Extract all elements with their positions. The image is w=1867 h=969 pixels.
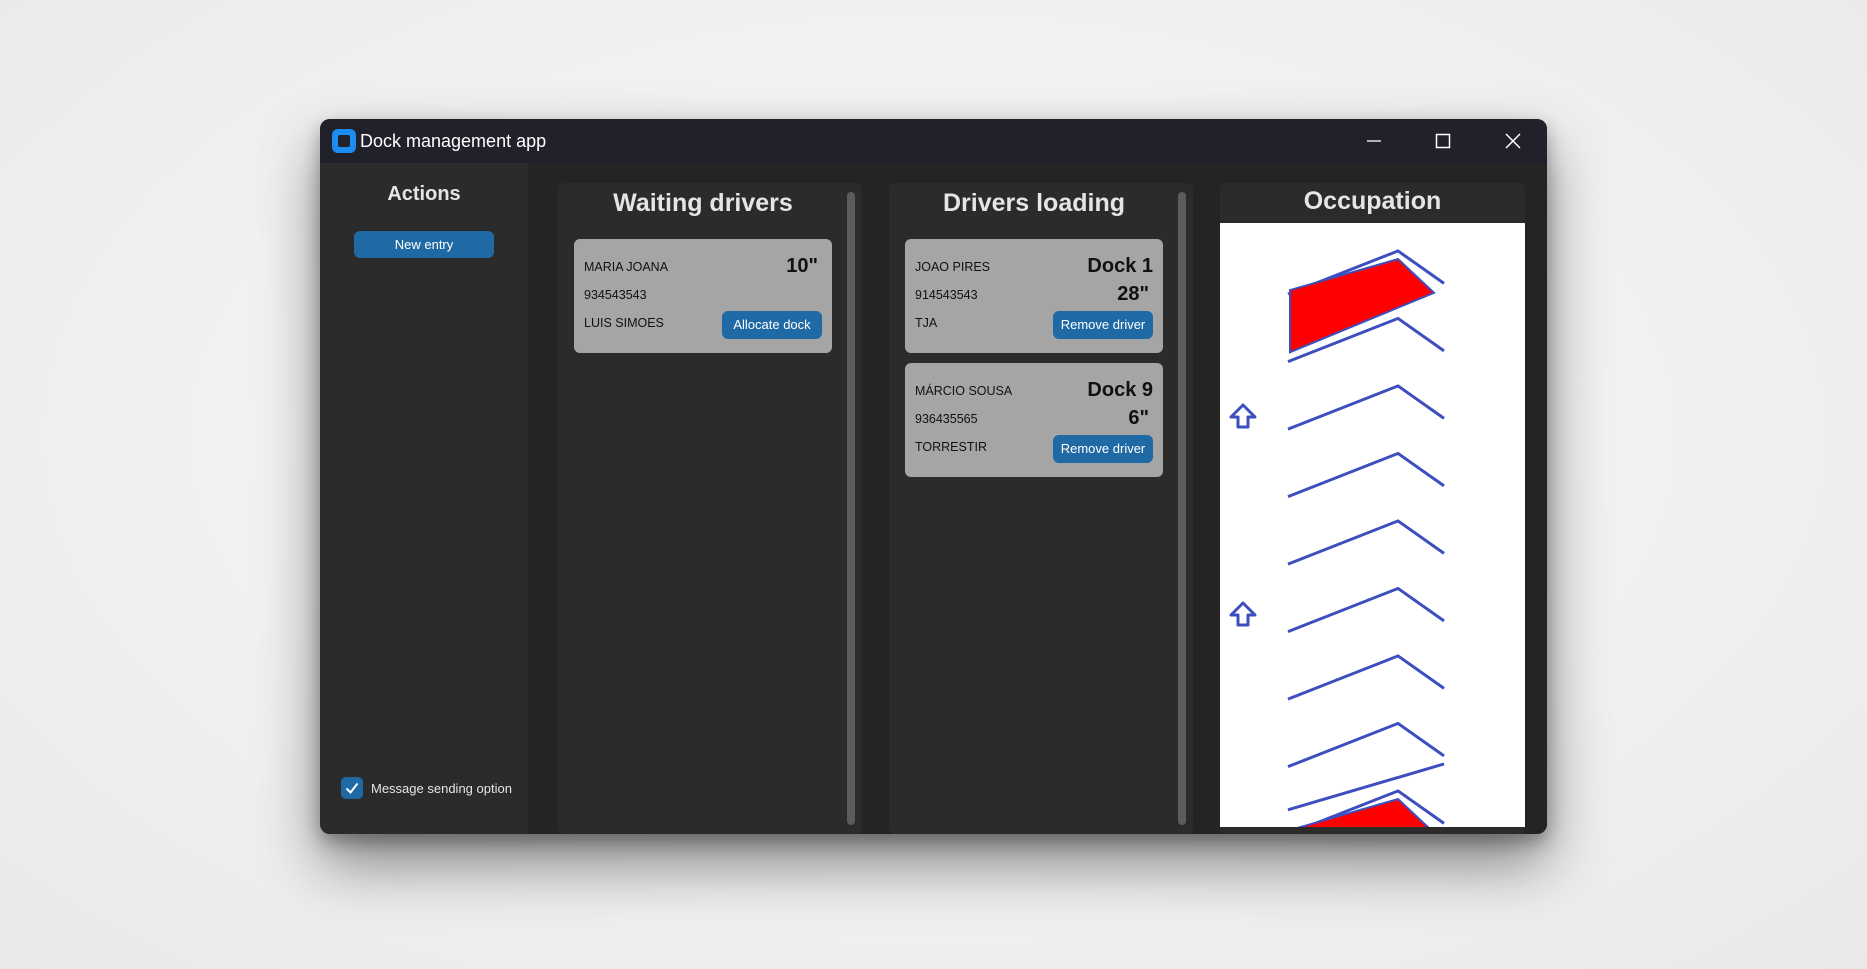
dock-outline-6 [1287,586,1445,634]
minimize-icon [1367,140,1381,142]
dock-label: Dock 9 [1087,379,1153,401]
occupation-panel: Occupation [1220,183,1525,834]
drivers-loading-title: Drivers loading [943,189,1125,217]
app-window: Dock management app Actions New entry Me… [320,119,1547,834]
driver-name: MÁRCIO SOUSA [915,384,1013,398]
driver-phone: 914543543 [915,288,978,302]
load-time: 28" [1117,283,1149,305]
dock-slot-4 [1287,451,1445,499]
minimize-button[interactable] [1340,119,1408,163]
drivers-loading-panel: Drivers loading JOAO PIRES 914543543 TJA… [889,183,1193,834]
occupation-title: Occupation [1303,187,1442,215]
driver-company: TJA [915,316,938,330]
checkmark-icon [345,782,359,795]
entry-arrow-icon [1229,601,1257,627]
dock-outline-3 [1287,384,1445,431]
window-title: Dock management app [360,131,547,151]
driver-phone: 934543543 [584,288,647,302]
driver-name: JOAO PIRES [915,260,991,274]
app-logo-icon [332,129,356,153]
loading-scrollbar[interactable] [1178,192,1186,825]
driver-phone: 936435565 [915,412,978,426]
actions-sidebar: Actions New entry Message sending option [320,163,528,834]
close-icon [1505,133,1521,149]
title-bar[interactable]: Dock management app [320,119,1547,163]
waiting-scrollbar[interactable] [847,192,855,825]
dock-outline-8 [1287,721,1445,769]
dock-outline-4 [1287,451,1445,499]
dock-slot-6 [1287,586,1445,634]
driver-company: TORRESTIR [915,440,987,454]
close-button[interactable] [1479,119,1547,163]
dock-slot-3 [1287,384,1445,431]
dock-outline-7 [1287,654,1445,701]
dock-slot-9 [1287,789,1445,834]
occupation-canvas [1220,223,1525,834]
entry-arrow-icon [1229,403,1257,429]
driver-company: LUIS SIMOES [584,316,664,330]
wait-time: 10" [786,255,818,277]
waiting-drivers-panel: Waiting drivers MARIA JOANA 934543543 LU… [558,183,862,834]
remove-driver-button[interactable]: Remove driver [1053,435,1153,463]
allocate-dock-button[interactable]: Allocate dock [722,311,822,339]
dock-slot-1 [1287,249,1445,354]
message-sending-checkbox[interactable] [341,777,363,799]
dock-label: Dock 1 [1087,255,1153,277]
loading-driver-card: MÁRCIO SOUSA 936435565 TORRESTIR Dock 9 … [905,363,1163,477]
dock-outline-5 [1287,519,1445,566]
occupied-dock-1 [1289,257,1436,354]
actions-title: Actions [387,183,461,205]
main-area: Waiting drivers MARIA JOANA 934543543 LU… [528,163,1547,834]
maximize-button[interactable] [1409,119,1477,163]
dock-slot-8 [1287,721,1445,769]
dock-diagram [1229,249,1445,834]
waiting-drivers-title: Waiting drivers [613,189,793,217]
dock-slot-5 [1287,519,1445,566]
dock-slot-7 [1287,654,1445,701]
remove-driver-button[interactable]: Remove driver [1053,311,1153,339]
waiting-driver-card: MARIA JOANA 934543543 LUIS SIMOES 10" Al… [574,239,832,353]
loading-driver-card: JOAO PIRES 914543543 TJA Dock 1 28" Remo… [905,239,1163,353]
new-entry-button[interactable]: New entry [354,231,494,258]
message-sending-label: Message sending option [371,781,512,796]
driver-name: MARIA JOANA [584,260,669,274]
maximize-icon [1435,133,1451,149]
load-time: 6" [1128,407,1149,429]
